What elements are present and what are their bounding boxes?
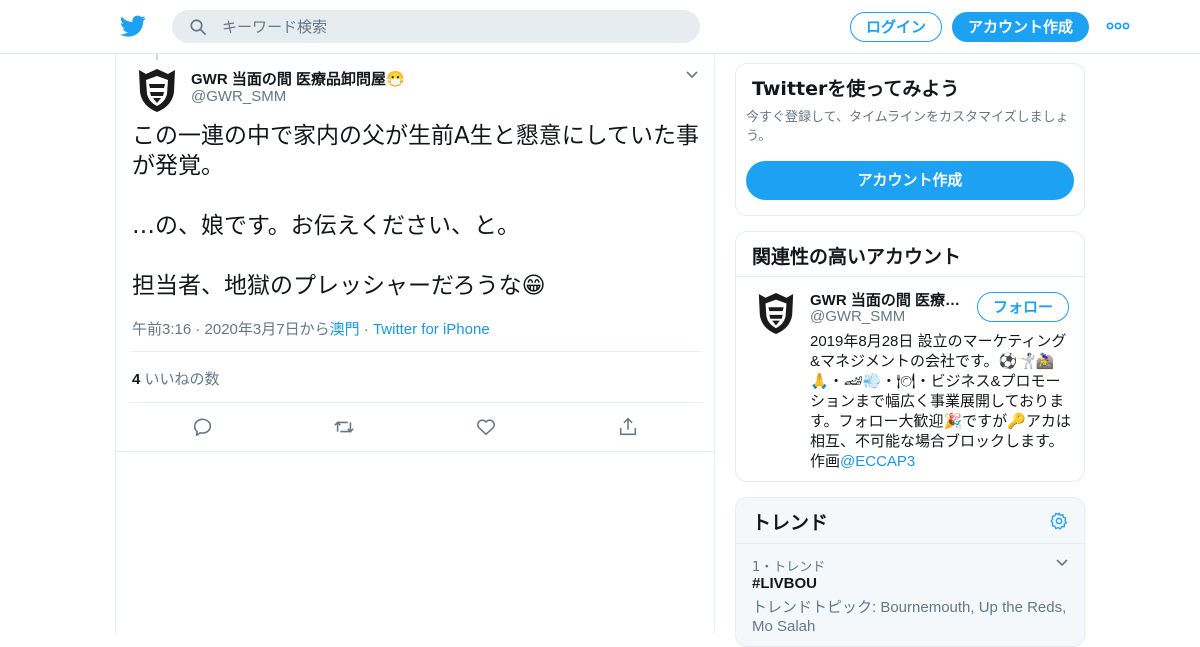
trends-card-title: トレンド [752,512,829,534]
likes-stat[interactable]: 4 いいねの数 [132,368,220,389]
thread-connector-line [156,54,158,60]
divider [131,351,701,352]
divider [131,402,701,403]
location-link[interactable]: 澳門 [330,321,360,338]
search-icon [190,19,206,35]
author-name[interactable]: GWR 当面の間 医療品卸問屋😷 [191,68,405,89]
twitter-bird-icon[interactable] [120,13,146,39]
related-account-handle[interactable]: @GWR_SMM [810,308,905,325]
meta-separator: · [359,321,373,338]
signup-card-title: Twitterを使ってみよう [752,78,960,100]
related-account-bio: 2019年8月28日 設立のマーケティング&マネジメントの会社です。⚽️🤺🚵‍♀… [810,332,1074,472]
signup-button[interactable]: アカウント作成 [952,12,1089,42]
reply-icon[interactable] [192,416,214,438]
author-handle[interactable]: @GWR_SMM [191,88,286,105]
signup-card-description: 今すぐ登録して、タイムラインをカスタマイズしましょう。 [746,110,1069,144]
bio-mention-link[interactable]: @ECCAP3 [840,453,915,470]
likes-label: いいねの数 [144,371,220,388]
source-link[interactable]: Twitter for iPhone [373,321,490,338]
author-avatar[interactable] [136,66,178,114]
more-dots-icon[interactable] [1106,20,1130,32]
gear-icon[interactable] [1049,511,1069,531]
tweet-metadata: 午前3:16 · 2020年3月7日から澳門 · Twitter for iPh… [132,318,490,339]
chevron-down-icon[interactable] [1055,558,1069,568]
related-account-name[interactable]: GWR 当面の間 医療品卸問屋😷 [810,289,970,310]
top-nav-bar: ログイン アカウント作成 [0,0,1200,54]
signup-promo-card: Twitterを使ってみよう 今すぐ登録して、タイムラインをカスタマイズしましょ… [735,63,1085,216]
share-icon[interactable] [617,416,639,438]
trend-name[interactable]: #LIVBOU [752,575,817,592]
search-input[interactable] [222,10,682,43]
trend-rank-label: 1・トレンド [752,560,826,575]
retweet-icon[interactable] [333,416,355,438]
chevron-down-icon[interactable] [685,70,699,80]
divider [116,451,715,452]
signup-card-button[interactable]: アカウント作成 [746,161,1074,200]
divider [736,543,1084,544]
login-button[interactable]: ログイン [850,12,942,42]
likes-count: 4 [132,371,141,388]
tweet-text: この一連の中で家内の父が生前A生と懇意にしていた事が発覚。 …の、娘です。お伝え… [132,123,700,299]
related-accounts-card: 関連性の高いアカウント GWR 当面の間 医療品卸問屋😷 @GWR_SMM フォ… [735,231,1085,482]
tweet-timestamp[interactable]: 午前3:16 · 2020年3月7日から [132,321,330,338]
related-card-title: 関連性の高いアカウント [752,246,962,268]
follow-button[interactable]: フォロー [977,292,1069,322]
tweet-detail-column: GWR 当面の間 医療品卸問屋😷 @GWR_SMM この一連の中で家内の父が生前… [115,54,715,634]
trends-card: トレンド 1・トレンド #LIVBOU トレンドトピック: Bournemout… [735,497,1085,647]
related-account-avatar[interactable] [756,290,796,336]
trend-topic: トレンドトピック: Bournemouth, Up the Reds, Mo S… [752,599,1067,635]
search-box[interactable] [172,10,700,43]
like-heart-icon[interactable] [475,416,497,438]
divider [736,276,1084,277]
bio-text: 2019年8月28日 設立のマーケティング&マネジメントの会社です。⚽️🤺🚵‍♀… [810,333,1071,470]
